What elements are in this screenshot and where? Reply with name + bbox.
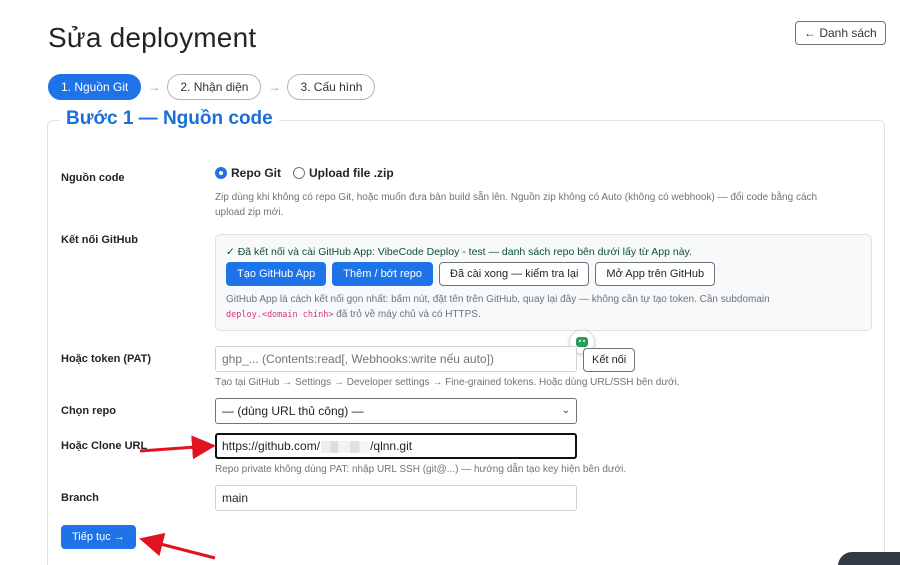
source-radio-group: Repo Git Upload file .zip xyxy=(215,166,406,180)
bot-face-icon xyxy=(576,337,588,347)
branch-input[interactable]: main xyxy=(215,485,577,511)
repo-label: Chọn repo xyxy=(61,405,116,417)
token-help: Tạo tại GitHub → Settings → Developer se… xyxy=(215,377,680,388)
token-label: Hoặc token (PAT) xyxy=(61,353,152,365)
step-config[interactable]: 3. Cấu hình xyxy=(287,74,376,100)
source-option-zip-label: Upload file .zip xyxy=(309,166,394,180)
github-help-line2-text: đã trỏ về máy chủ và có HTTPS. xyxy=(333,309,481,320)
step-arrow: → xyxy=(268,80,281,94)
github-help-line2: deploy.<domain chính> đã trỏ về máy chủ … xyxy=(226,307,866,323)
token-input[interactable]: ghp_... (Contents:read[, Webhooks:write … xyxy=(215,346,577,372)
clone-url-label: Hoặc Clone URL xyxy=(61,440,148,452)
back-to-list-button[interactable]: ← Danh sách xyxy=(795,21,886,45)
chevron-down-icon: ⌄ xyxy=(561,405,570,416)
step-arrow: → xyxy=(148,80,161,94)
add-remove-repo-button[interactable]: Thêm / bớt repo xyxy=(332,262,434,286)
step-detect[interactable]: 2. Nhận diện xyxy=(167,74,262,100)
clone-url-suffix: /qlnn.git xyxy=(370,439,413,453)
github-connect-panel: ✓ Đã kết nối và cài GitHub App: VibeCode… xyxy=(215,234,872,331)
open-app-on-github-button[interactable]: Mở App trên GitHub xyxy=(595,262,716,286)
continue-button[interactable]: Tiếp tục → xyxy=(61,525,136,549)
source-help-line1: Zip dùng khi không có repo Git, hoặc muố… xyxy=(215,192,818,203)
token-connect-button[interactable]: Kết nối xyxy=(583,348,636,372)
clone-url-input[interactable]: https://github.com/ /qlnn.git xyxy=(215,433,577,459)
source-label: Nguồn code xyxy=(61,172,125,184)
source-help-line2: upload zip mới. xyxy=(215,207,284,218)
github-actions: Tạo GitHub App Thêm / bớt repo Đã cài xo… xyxy=(226,262,721,286)
floating-widget[interactable] xyxy=(838,552,900,565)
repo-select-value: — (dùng URL thủ công) — xyxy=(222,404,364,418)
section-legend: Bước 1 — Nguồn code xyxy=(60,108,279,130)
step-git-source[interactable]: 1. Nguồn Git xyxy=(48,74,142,100)
recheck-install-button[interactable]: Đã cài xong — kiểm tra lại xyxy=(439,262,590,286)
radio-icon[interactable] xyxy=(293,167,305,179)
radio-icon[interactable] xyxy=(215,167,227,179)
repo-select[interactable]: — (dùng URL thủ công) — ⌄ xyxy=(215,398,577,424)
page-title: Sửa deployment xyxy=(48,22,257,53)
clone-url-prefix: https://github.com/ xyxy=(222,439,321,453)
github-label: Kết nối GitHub xyxy=(61,234,138,246)
source-help: Zip dùng khi không có repo Git, hoặc muố… xyxy=(215,190,817,220)
github-help: GitHub App là cách kết nối gọn nhất: bấm… xyxy=(226,292,866,323)
github-help-line1: GitHub App là cách kết nối gọn nhất: bấm… xyxy=(226,294,770,305)
branch-label: Branch xyxy=(61,492,99,504)
github-status-text: ✓ Đã kết nối và cài GitHub App: VibeCode… xyxy=(226,246,692,258)
redacted-owner xyxy=(321,440,370,453)
source-option-git-label: Repo Git xyxy=(231,166,281,180)
create-github-app-button[interactable]: Tạo GitHub App xyxy=(226,262,327,286)
subdomain-code: deploy.<domain chính> xyxy=(226,310,334,320)
source-option-zip[interactable]: Upload file .zip xyxy=(293,166,394,180)
stepper: 1. Nguồn Git → 2. Nhận diện → 3. Cấu hìn… xyxy=(48,74,376,100)
source-option-git[interactable]: Repo Git xyxy=(215,166,281,180)
clone-url-help: Repo private không dùng PAT: nhập URL SS… xyxy=(215,464,627,475)
